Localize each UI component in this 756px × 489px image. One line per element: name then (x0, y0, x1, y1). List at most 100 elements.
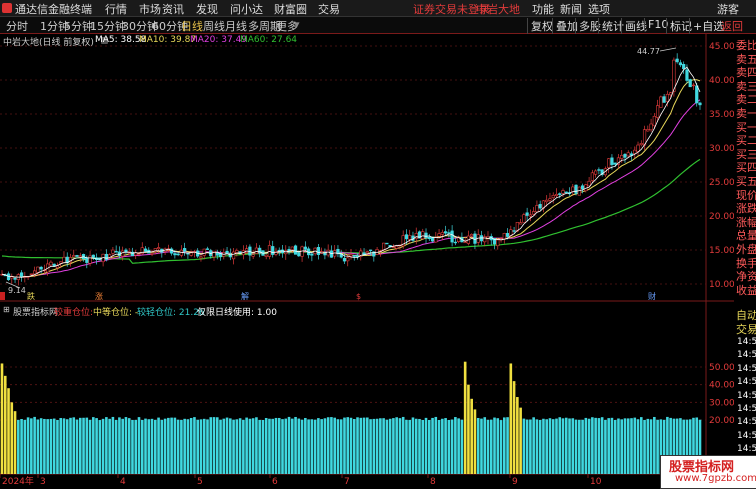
chevron-down-icon[interactable]: ▾ (294, 18, 300, 31)
indicator-bar (144, 418, 147, 474)
indicator-bar (7, 388, 10, 474)
indicator-bar (52, 418, 56, 474)
candle-body (649, 123, 653, 131)
candle-body (659, 96, 663, 108)
tab-fenshi[interactable]: 分时 (6, 18, 28, 34)
indicator-bar (147, 419, 151, 474)
candle-body (688, 79, 692, 88)
candle-body (483, 236, 487, 243)
tab-monthly[interactable]: 月线 (225, 18, 247, 34)
indicator-bar (558, 417, 562, 474)
menu-jiaoyi[interactable]: 交易 (318, 1, 340, 17)
candle-body (114, 251, 118, 253)
indicator-bar (255, 417, 258, 474)
x-axis-label: 10 (590, 477, 602, 487)
candle-body (365, 251, 369, 254)
chart-canvas[interactable]: 45.00 40.00 35.00 30.00 25.00 20.00 15.00 10.00… (0, 34, 734, 487)
indicator-bar (424, 417, 428, 474)
candle-body (590, 172, 594, 181)
candle-body (564, 191, 568, 194)
indicator-bar (219, 419, 222, 474)
candle-body (636, 144, 640, 152)
back-button[interactable]: 返回 (718, 18, 743, 34)
indicator-bar (131, 419, 134, 474)
candle-body (33, 270, 37, 275)
indicator-bar (124, 417, 128, 474)
candle-body (352, 255, 356, 257)
indicator-bar (535, 419, 539, 474)
indicator-box-icon[interactable]: ⊞ (3, 305, 10, 314)
candle-body (29, 273, 33, 275)
menu-faxian[interactable]: 发现 (196, 1, 218, 17)
menu-zixun[interactable]: 资讯 (162, 1, 184, 17)
event-marker-zhang[interactable]: 涨 (95, 291, 103, 301)
candle-body (646, 129, 650, 132)
candle-body (349, 254, 353, 257)
indicator-bar (304, 417, 307, 474)
candle-body (290, 246, 294, 251)
event-marker-die[interactable]: 跌 (27, 291, 35, 301)
price-tick-label: 35.00 (709, 110, 734, 120)
x-axis-label: 8 (430, 477, 436, 487)
indicator-bar (186, 419, 190, 474)
candle-body (199, 256, 203, 259)
menu-wenxiaoda[interactable]: 问小达 (230, 1, 263, 17)
trade-time: 14:56 (737, 350, 756, 361)
indicator-bar (72, 417, 76, 474)
candle-body (72, 255, 76, 258)
event-marker-dollar[interactable]: $ (356, 292, 361, 301)
menu-hangqing[interactable]: 行情 (105, 1, 127, 17)
indicator-bar (437, 419, 441, 474)
tab-15min[interactable]: 15分钟 (90, 18, 126, 34)
stock-name-tab[interactable]: 中岩大地 (476, 1, 520, 17)
candle-body (427, 236, 431, 240)
candle-body (502, 233, 506, 240)
candle-body (13, 277, 17, 280)
indicator-bar (134, 419, 138, 474)
tab-5min[interactable]: 5分钟 (64, 18, 93, 34)
indicator-bar (431, 417, 434, 474)
indicator-bar (636, 419, 640, 474)
event-marker[interactable] (0, 292, 5, 300)
indicator-bar (65, 419, 69, 474)
candle-body (408, 235, 412, 240)
menu-xinwen[interactable]: 新闻 (560, 1, 582, 17)
trade-time: 14:56 (737, 390, 756, 401)
indicator-bar (499, 420, 503, 474)
candle-body (532, 211, 536, 215)
tab-weekly[interactable]: 周线 (203, 18, 225, 34)
event-marker-cai[interactable]: 财 (648, 291, 656, 301)
indicator-bar (653, 416, 656, 474)
tab-daily[interactable]: 日线 (181, 18, 203, 34)
indicator-bar (202, 418, 206, 474)
indicator-bar (512, 381, 516, 474)
price-tick-label: 30.00 (709, 144, 734, 154)
menu-guest[interactable]: 游客 (717, 1, 739, 17)
menu-xuanxiang[interactable]: 选项 (588, 1, 610, 17)
indicator-bar (467, 384, 470, 474)
candle-body (235, 250, 239, 253)
menu-gongneng[interactable]: 功能 (532, 1, 554, 17)
candle-body (548, 198, 552, 201)
candle-body (323, 252, 327, 256)
menu-caifuquan[interactable]: 财富圈 (274, 1, 307, 17)
event-markers: 跌 涨 解 $ 财 (0, 291, 656, 301)
menu-shichang[interactable]: 市场 (139, 1, 161, 17)
indicator-bar (3, 375, 7, 474)
trade-time: 14:56 (737, 377, 756, 388)
candle-body (59, 261, 63, 264)
candle-body (316, 247, 320, 255)
indicator-bar (167, 417, 170, 474)
f10-button[interactable]: F10 (644, 18, 668, 31)
indicator-bar (317, 418, 320, 474)
indicator-bar (411, 417, 415, 474)
indicator-bar (336, 419, 340, 474)
fuquan-button[interactable]: 复权 (527, 18, 553, 34)
watermark-logo: 股票指标网 www.7gpzb.com (660, 455, 756, 489)
candle-body (561, 190, 565, 194)
quote-field-label: 交易 (736, 323, 756, 336)
medium-position-legend: 中等仓位: - (93, 308, 139, 318)
indicator-bar (584, 417, 588, 474)
indicator-bar (509, 363, 513, 474)
event-marker-jie[interactable]: 解 (241, 291, 249, 301)
